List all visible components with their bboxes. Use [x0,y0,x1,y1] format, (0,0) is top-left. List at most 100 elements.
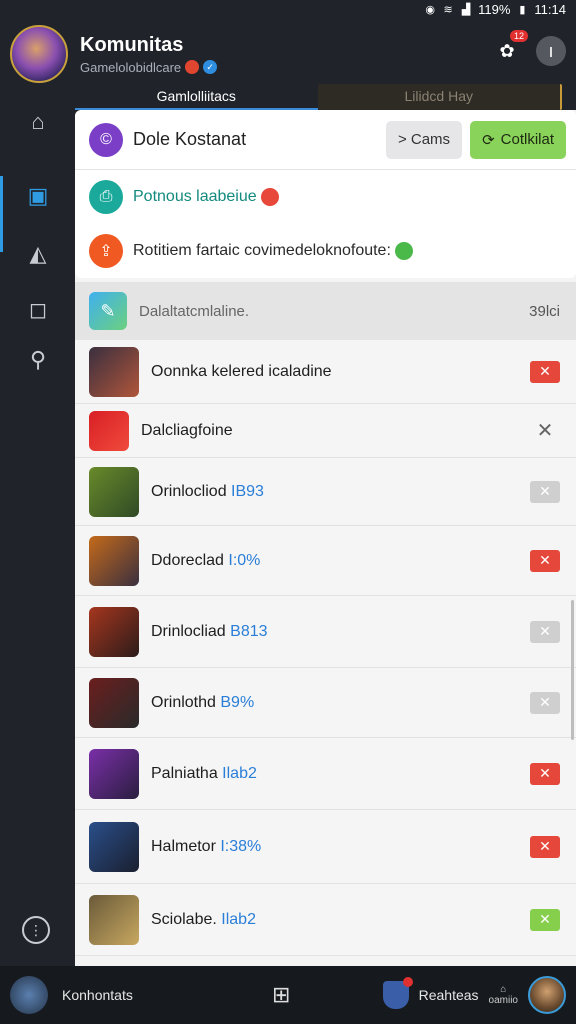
square-icon[interactable]: ◻ [22,294,54,326]
game-name: Dalcliagfoine [141,421,233,439]
game-name: Sciolabe. [151,910,222,928]
list-header-label: Dalaltatcmlaline. [139,302,250,320]
page-title: Komunitas [80,33,184,56]
game-label: Orinlocliod IB93 [151,483,530,501]
battery-icon: ▮ [519,3,526,16]
game-name: Palniatha [151,764,223,782]
game-name: Orinlothd [151,693,221,711]
game-label: Halmetor I:38% [151,838,530,856]
note-icon: ⎙ [89,180,123,214]
game-stat: Ilab2 [221,910,256,928]
community-avatar[interactable] [10,25,68,83]
remove-button[interactable]: ✕ [530,420,560,442]
primary-action-button[interactable]: ⟳ Cotlkilat [470,120,566,159]
primary-action-label: Cotlkilat [500,131,554,148]
user-avatar[interactable] [528,976,566,1014]
list-header-count: 39lci [529,302,560,320]
list-item[interactable]: Drinlocliad B813 ✕ [75,596,576,668]
bottom-avatar[interactable] [10,976,48,1014]
top-card-title: Dole Kostanat [133,129,247,149]
location-icon: ◉ [425,3,435,16]
list-item[interactable]: Orinlothd B9% ✕ [75,668,576,738]
game-stat: B9% [220,693,255,711]
map-icon[interactable]: ◭ [22,238,54,270]
game-thumbnail [89,535,139,586]
scrollbar[interactable] [571,600,574,740]
remove-button[interactable]: ✕ [530,480,560,503]
list-item[interactable]: Sciolabe. Ilab2 ✕ [75,884,576,956]
list-item[interactable]: Palniatha Ilab2 ✕ [75,738,576,810]
sidebar-active-indicator [0,176,3,252]
page-subtitle: Gamelolobidlcare [80,59,182,75]
settings-icon[interactable]: ⋮ [22,916,50,944]
list-item[interactable]: Halmetor I:38% ✕ [75,810,576,884]
game-thumbnail [89,606,139,657]
remove-button[interactable]: ✕ [530,549,560,572]
home-button[interactable]: ⌂ oamiio [489,984,518,1006]
server-badge-icon: © [89,122,123,157]
top-card: © Dole Kostanat > Cams ⟳ Cotlkilat ⎙ Pot… [75,110,576,278]
home-label: oamiio [488,995,518,1006]
main-panel: © Dole Kostanat > Cams ⟳ Cotlkilat ⎙ Pot… [75,110,576,966]
game-label: Palniatha Ilab2 [151,765,530,783]
remove-button[interactable]: ✕ [530,908,560,931]
game-thumbnail [89,821,139,872]
list-item[interactable]: Oonnka kelered icaladine ✕ [75,340,576,404]
game-thumbnail [89,748,139,799]
game-thumbnail [89,894,139,945]
game-stat: IB93 [231,482,264,500]
game-label: Drinlocliad B813 [151,623,530,641]
refresh-icon: ⟳ [482,131,495,149]
list-item[interactable]: Dalcliagfoine ✕ [75,404,576,458]
remove-button[interactable]: ✕ [530,691,560,714]
profile-button[interactable]: ı [536,36,566,66]
game-label: Oonnka kelered icaladine [151,363,530,381]
notifications-button[interactable]: ✿ 12 [492,30,528,66]
remove-button[interactable]: ✕ [530,762,560,785]
shield-icon[interactable] [382,977,413,1009]
game-label: Dalcliagfoine [141,422,530,440]
list-item[interactable]: Orinlocliod IB93 ✕ [75,458,576,526]
game-thumbnail [89,677,139,728]
battery-text: 119% [478,1,511,17]
bottom-right-label[interactable]: Reahteas [419,987,479,1003]
notice-row[interactable]: ⇪ Rotitiem fartaic covimedeloknofoute: [75,224,576,278]
game-thumbnail [89,410,129,451]
bottom-bar: Konhontats ⊞ Reahteas ⌂ oamiio [0,966,576,1024]
game-label: Orinlothd B9% [151,694,530,712]
game-name: Halmetor [151,837,221,855]
search-icon[interactable]: ⚲ [22,344,54,376]
game-stat: I:38% [220,837,262,855]
tab-other[interactable]: Lilidcd Hay [317,84,562,110]
top-card-header: © Dole Kostanat > Cams ⟳ Cotlkilat [75,110,576,170]
game-list: Oonnka kelered icaladine ✕ Dalcliagfoine ✕ O… [75,340,576,956]
game-stat: B813 [230,622,268,640]
tab-bar: Gamlolliitacs Lilidcd Hay [75,84,562,110]
status-bar: ◉ ≋ ▟ 119% ▮ 11:14 [0,0,576,18]
home-icon: ⌂ [500,984,507,995]
list-header[interactable]: ✎ Dalaltatcmlaline. 39lci [75,282,576,340]
game-stat: I:0% [228,551,261,569]
remove-button[interactable]: ✕ [530,620,560,643]
remove-button[interactable]: ✕ [530,835,560,858]
sidebar: ⌂ ▣ ◭ ◻ ⚲ [0,96,75,966]
game-label: Ddoreclad I:0% [151,552,530,570]
notice-row[interactable]: ⎙ Potnous laabeiue [75,170,576,224]
chat-icon[interactable]: ▣ [22,180,54,212]
game-name: Orinlocliod [151,482,232,500]
upload-icon: ⇪ [89,234,123,268]
server-icon[interactable]: ⌂ [22,106,54,138]
user-icon: ı [548,40,554,61]
windows-icon[interactable]: ⊞ [272,982,290,1008]
emoji-icon [260,188,279,206]
game-thumbnail [89,346,139,397]
bottom-left-label[interactable]: Konhontats [62,987,133,1003]
alert-dot [402,977,413,987]
remove-button[interactable]: ✕ [530,360,560,383]
clock: 11:14 [534,1,566,17]
verified-icon: ✓ [203,60,218,74]
list-item[interactable]: Ddoreclad I:0% ✕ [75,526,576,596]
tab-games[interactable]: Gamlolliitacs [75,84,318,110]
bell-icon: ✿ [499,40,515,61]
cams-button[interactable]: > Cams [385,120,463,159]
